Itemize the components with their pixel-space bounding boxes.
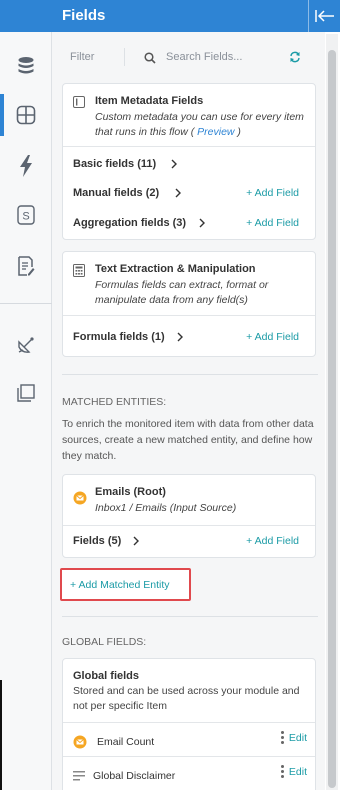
satellite-icon (18, 337, 34, 353)
card-title: Text Extraction & Manipulation (95, 263, 256, 275)
add-field-link[interactable]: + Add Field (246, 331, 299, 343)
edit-link[interactable]: Edit (289, 732, 307, 744)
rail-item-data-sources[interactable] (0, 45, 52, 87)
collapse-arrow-icon (314, 10, 334, 22)
search-icon (144, 52, 156, 64)
card-description: Custom metadata you can use for every it… (95, 110, 313, 140)
section-divider (62, 374, 318, 375)
card-title: Global fields (73, 670, 140, 682)
lightning-icon (20, 155, 32, 177)
filter-bar: Filter (52, 40, 325, 74)
global-fields-title: GLOBAL FIELDS: (62, 636, 147, 648)
filter-button[interactable]: Filter (70, 51, 94, 63)
refresh-icon[interactable] (289, 51, 301, 63)
chevron-right-icon (171, 159, 177, 169)
card-description: Formulas fields can extract, format or m… (95, 279, 269, 306)
rail-divider (0, 303, 52, 304)
chevron-right-icon (175, 188, 181, 198)
rail-item-fields[interactable] (0, 94, 52, 136)
description-end: ) (237, 126, 241, 138)
card-description: Stored and can be used across your modul… (73, 685, 300, 712)
card-divider (63, 146, 315, 147)
row-label: Fields (5) (73, 535, 122, 547)
rail-item-monitor[interactable] (0, 324, 52, 366)
row-label: Aggregation fields (3) (73, 217, 187, 229)
global-field-label: Global Disclaimer (93, 770, 176, 782)
global-field-label: Email Count (97, 736, 155, 748)
preview-link[interactable]: Preview (197, 126, 234, 138)
metadata-fields-card: Item Metadata Fields Custom metadata you… (62, 83, 316, 240)
s-box-icon: S (17, 205, 35, 225)
fields-panel: Filter Item Metadata Fields Custom metad… (52, 32, 325, 790)
fields-row-manual[interactable]: Manual fields (2) + Add Field (63, 183, 315, 203)
filter-separator (124, 48, 125, 66)
chevron-right-icon (133, 536, 139, 546)
section-divider (62, 616, 318, 617)
rail-item-actions[interactable] (0, 145, 52, 187)
kebab-menu-icon[interactable] (281, 731, 285, 745)
matched-entity-card: Emails (Root) Inbox1 / Emails (Input Sou… (62, 474, 316, 558)
entity-title: Emails (Root) (95, 486, 166, 498)
text-extraction-card: Text Extraction & Manipulation Formulas … (62, 251, 316, 357)
edit-link[interactable]: Edit (289, 766, 307, 778)
entity-subtitle: Inbox1 / Emails (Input Source) (95, 502, 237, 514)
add-field-link[interactable]: + Add Field (246, 187, 299, 199)
rail-item-summary[interactable]: S (0, 194, 52, 236)
window-edge (0, 680, 2, 790)
card-divider (63, 525, 315, 526)
collapse-panel-button[interactable] (308, 0, 340, 32)
rail-item-copies[interactable] (0, 372, 52, 414)
calculator-icon (73, 264, 85, 277)
document-edit-icon (18, 256, 35, 276)
card-divider (63, 722, 315, 723)
fields-row-formula[interactable]: Formula fields (1) + Add Field (63, 327, 315, 347)
global-fields-card: Global fields Stored and can be used acr… (62, 658, 316, 790)
text-lines-icon (73, 771, 85, 781)
add-field-link[interactable]: + Add Field (246, 535, 299, 547)
global-field-row[interactable]: Global Disclaimer Edit (63, 762, 315, 790)
panel-header: Fields (0, 0, 340, 32)
matched-entities-description: To enrich the monitored item with data f… (62, 418, 314, 462)
kebab-menu-icon[interactable] (281, 765, 285, 779)
fields-row-basic[interactable]: Basic fields (11) (63, 154, 315, 174)
layers-icon (17, 384, 35, 402)
matched-entities-title: MATCHED ENTITIES: (62, 396, 167, 408)
database-icon (18, 57, 34, 74)
row-label: Manual fields (2) (73, 187, 160, 199)
email-count-icon (73, 735, 87, 749)
row-divider (63, 756, 315, 757)
add-matched-entity-button[interactable]: + Add Matched Entity (60, 568, 191, 601)
sidebar-rail: S (0, 32, 52, 790)
chevron-right-icon (199, 218, 205, 228)
chevron-right-icon (177, 332, 183, 342)
global-field-row[interactable]: Email Count Edit (63, 728, 315, 756)
search-input[interactable] (166, 49, 286, 65)
scrollbar[interactable] (326, 34, 338, 790)
fields-grid-icon (16, 105, 36, 125)
scrollbar-thumb[interactable] (328, 50, 336, 788)
page-title: Fields (62, 7, 106, 24)
metadata-icon (73, 96, 85, 108)
svg-text:S: S (22, 211, 29, 223)
fields-row-entity[interactable]: Fields (5) + Add Field (63, 531, 315, 551)
card-title: Item Metadata Fields (95, 95, 204, 107)
rail-item-reports[interactable] (0, 245, 52, 287)
add-field-link[interactable]: + Add Field (246, 217, 299, 229)
email-icon (73, 491, 87, 505)
fields-row-aggregation[interactable]: Aggregation fields (3) + Add Field (63, 213, 315, 233)
card-divider (63, 315, 315, 316)
row-label: Formula fields (1) (73, 331, 165, 343)
row-label: Basic fields (11) (73, 158, 157, 170)
